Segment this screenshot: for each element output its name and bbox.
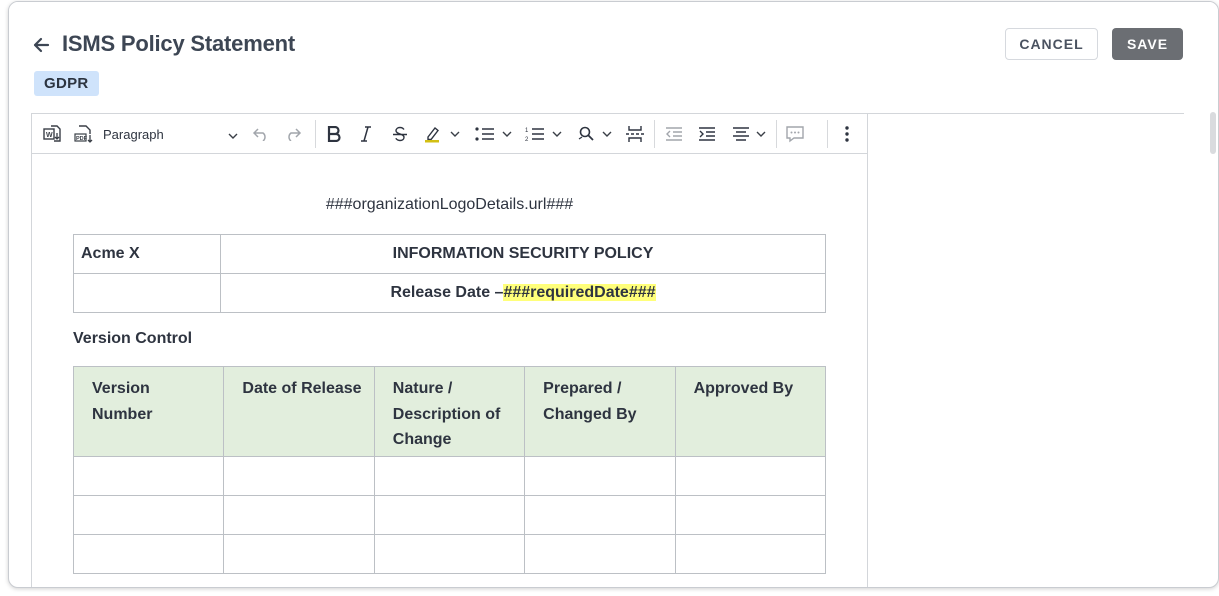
more-options-icon[interactable] <box>835 114 859 154</box>
page-title: ISMS Policy Statement <box>62 31 295 56</box>
table-cell[interactable] <box>223 495 375 535</box>
table-cell[interactable] <box>72 495 225 535</box>
version-control-table: Version Number Date of Release Nature / … <box>72 366 827 574</box>
svg-text:PDF: PDF <box>76 136 88 142</box>
document-body[interactable]: ###organizationLogoDetails.url### Acme X… <box>32 155 867 587</box>
organization-cell[interactable]: Acme X <box>73 234 221 274</box>
table-cell[interactable] <box>72 534 225 574</box>
highlight-dropdown-icon[interactable] <box>448 114 462 154</box>
column-header[interactable]: Prepared / Changed By <box>524 366 676 457</box>
back-arrow-icon[interactable] <box>31 35 51 55</box>
column-header[interactable]: Date of Release <box>223 366 375 457</box>
page-break-icon[interactable] <box>623 114 647 154</box>
table-cell[interactable] <box>524 456 676 496</box>
svg-text:1: 1 <box>525 128 529 134</box>
empty-cell[interactable] <box>73 273 221 313</box>
release-date-placeholder: ###requiredDate### <box>503 284 656 301</box>
scrollbar-thumb[interactable] <box>1210 112 1216 154</box>
table-cell[interactable] <box>524 534 676 574</box>
table-row <box>72 456 827 496</box>
save-button[interactable]: SAVE <box>1112 28 1183 60</box>
svg-text:2: 2 <box>525 137 529 142</box>
align-icon[interactable] <box>729 114 753 154</box>
redo-icon[interactable] <box>281 114 305 154</box>
table-cell[interactable] <box>674 456 827 496</box>
find-replace-icon[interactable] <box>574 114 598 154</box>
chevron-down-icon <box>228 129 238 144</box>
outdent-icon[interactable] <box>662 114 686 154</box>
bulleted-list-icon[interactable] <box>472 114 498 154</box>
editor-toolbar: W PDF Paragraph 1 2 <box>32 114 867 154</box>
editor-frame: W PDF Paragraph 1 2 ###organizationLogoD… <box>31 113 1185 587</box>
paragraph-style-label: Paragraph <box>103 126 164 142</box>
column-header[interactable]: Nature / Description of Change <box>373 366 526 457</box>
table-row <box>72 495 827 535</box>
policy-header-table: Acme X INFORMATION SECURITY POLICY Relea… <box>73 234 826 313</box>
table-cell[interactable] <box>223 456 375 496</box>
table-cell[interactable] <box>373 495 526 535</box>
page-header: ISMS Policy Statement GDPR CANCEL SAVE <box>9 2 1218 114</box>
logo-placeholder: ###organizationLogoDetails.url### <box>325 196 574 213</box>
policy-editor-window: ISMS Policy Statement GDPR CANCEL SAVE W… <box>8 1 1219 588</box>
cancel-button[interactable]: CANCEL <box>1005 28 1098 60</box>
table-cell[interactable] <box>524 495 676 535</box>
column-header[interactable]: Version Number <box>72 366 225 457</box>
highlight-icon[interactable] <box>420 114 446 154</box>
bold-icon[interactable] <box>322 114 346 154</box>
table-row <box>72 534 827 574</box>
table-cell[interactable] <box>674 495 827 535</box>
release-date-label: Release Date – <box>390 284 504 301</box>
table-cell[interactable] <box>223 534 375 574</box>
table-cell[interactable] <box>72 456 225 496</box>
italic-icon[interactable] <box>354 114 378 154</box>
svg-text:W: W <box>46 132 53 139</box>
numbered-list-dropdown-icon[interactable] <box>550 114 564 154</box>
release-date-cell[interactable]: Release Date –###requiredDate### <box>220 273 826 313</box>
version-control-title: Version Control <box>73 330 193 347</box>
bulleted-list-dropdown-icon[interactable] <box>500 114 514 154</box>
table-cell[interactable] <box>373 534 526 574</box>
indent-icon[interactable] <box>695 114 719 154</box>
framework-badge: GDPR <box>34 71 99 96</box>
comments-sidebar <box>867 114 1185 587</box>
align-dropdown-icon[interactable] <box>754 114 768 154</box>
find-replace-dropdown-icon[interactable] <box>600 114 614 154</box>
table-cell[interactable] <box>674 534 827 574</box>
comment-icon[interactable] <box>783 114 807 154</box>
numbered-list-icon[interactable]: 12 <box>522 114 548 154</box>
strikethrough-icon[interactable] <box>388 114 412 154</box>
export-pdf-icon[interactable]: PDF <box>72 114 96 154</box>
policy-title-cell[interactable]: INFORMATION SECURITY POLICY <box>220 234 826 274</box>
table-cell[interactable] <box>373 456 526 496</box>
paragraph-style-select[interactable]: Paragraph <box>103 114 238 154</box>
undo-icon[interactable] <box>249 114 273 154</box>
export-word-icon[interactable]: W <box>40 114 64 154</box>
column-header[interactable]: Approved By <box>674 366 827 457</box>
